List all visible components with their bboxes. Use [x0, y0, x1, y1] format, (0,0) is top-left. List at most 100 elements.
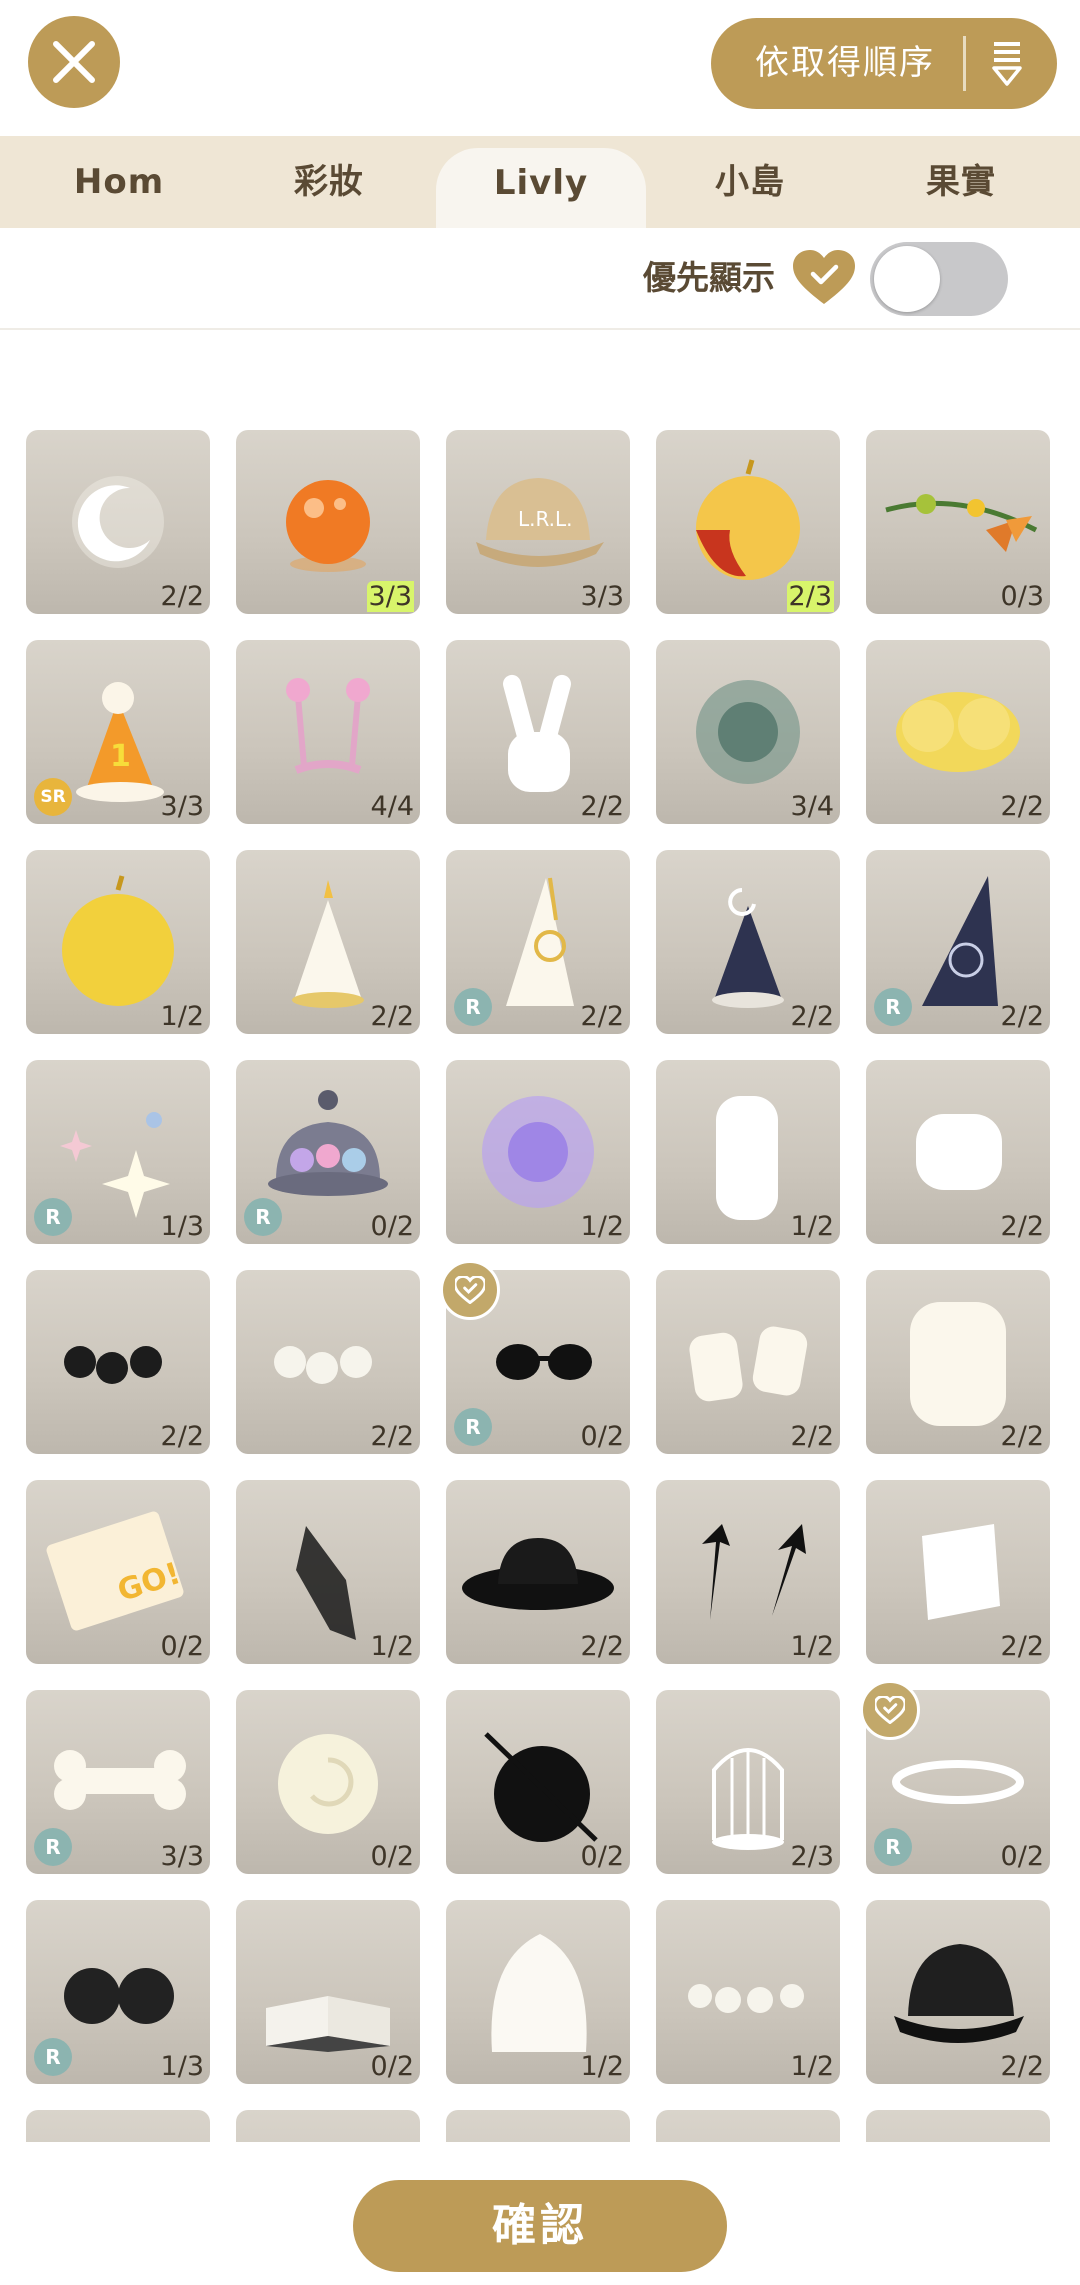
category-tabs: Hom 彩妝 Livly 小島 果實	[0, 136, 1080, 228]
item-card-black-arrows[interactable]: 1/2	[656, 1480, 840, 1664]
item-card-fist-glove[interactable]: 2/2	[866, 1060, 1050, 1244]
item-count: 2/2	[1000, 1631, 1044, 1662]
item-count: 0/2	[370, 1211, 414, 1242]
item-card-dark-glasses[interactable]: R 1/3	[26, 1900, 210, 2084]
item-card-gem-dome[interactable]: R 0/2	[236, 1060, 420, 1244]
item-count: 1/2	[790, 1631, 834, 1662]
item-count: 0/2	[370, 1841, 414, 1872]
item-count: 0/2	[580, 1421, 624, 1452]
item-count: 2/2	[1000, 2051, 1044, 2082]
item-card-black-roses[interactable]: 2/2	[26, 1270, 210, 1454]
item-card-rose-garland[interactable]: 1/2	[656, 1900, 840, 2084]
item-count: 2/2	[1000, 791, 1044, 822]
item-card-orange-jelly[interactable]: 3/3	[236, 430, 420, 614]
item-card-shadow-hand[interactable]: 1/2	[236, 1480, 420, 1664]
item-card-partial-5[interactable]	[866, 2110, 1050, 2142]
item-grid: 2/2 3/3 L.R.L. 3/3 2/3 0/3 1 SR 3/3 4/4 2/2 3/4 2/2 1…	[0, 430, 1080, 2142]
item-card-party-hat-1[interactable]: 1 SR 3/3	[26, 640, 210, 824]
rarity-badge: R	[874, 988, 912, 1026]
tab-island[interactable]: 小島	[645, 136, 855, 228]
item-card-bone[interactable]: R 3/3	[26, 1690, 210, 1874]
close-icon	[53, 41, 95, 83]
item-count: 4/4	[370, 791, 414, 822]
item-card-green-fluff[interactable]: 3/4	[656, 640, 840, 824]
top-bar: 依取得順序	[0, 0, 1080, 136]
item-count: 1/3	[160, 1211, 204, 1242]
item-count: 1/2	[160, 1001, 204, 1032]
confirm-button[interactable]: 確認	[353, 2180, 727, 2272]
svg-text:1: 1	[110, 739, 131, 774]
item-card-crescent-moon[interactable]: 2/2	[26, 430, 210, 614]
item-card-lrl-cap[interactable]: L.R.L. 3/3	[446, 430, 630, 614]
sort-order-label: 依取得順序	[755, 43, 935, 83]
priority-display-label: 優先顯示	[643, 258, 775, 297]
item-card-big-marshmallow[interactable]: 2/2	[866, 1270, 1050, 1454]
item-card-eye-patch[interactable]: 0/2	[446, 1690, 630, 1874]
item-count: 0/3	[1000, 581, 1044, 612]
item-card-sun-cone-hat[interactable]: R 2/2	[446, 850, 630, 1034]
item-count: 3/4	[790, 791, 834, 822]
item-count: 1/2	[370, 1631, 414, 1662]
item-card-orange-flower-vine[interactable]: 0/3	[866, 430, 1050, 614]
item-card-candy-apple[interactable]: 2/3	[656, 430, 840, 614]
item-card-ticket[interactable]: GO! 0/2	[26, 1480, 210, 1664]
item-count: 3/3	[580, 581, 624, 612]
item-card-partial-3[interactable]	[446, 2110, 630, 2142]
item-card-white-rose[interactable]: 0/2	[236, 1690, 420, 1874]
item-card-open-book[interactable]: 0/2	[236, 1900, 420, 2084]
item-count: 1/2	[580, 2051, 624, 2082]
item-card-white-patch[interactable]: 2/2	[866, 1480, 1050, 1664]
bottom-bar: 確認	[0, 2142, 1080, 2285]
priority-display-toggle[interactable]	[870, 242, 1008, 316]
item-count: 2/2	[160, 581, 204, 612]
tab-livly[interactable]: Livly	[436, 148, 646, 228]
heart-check-icon	[793, 250, 855, 304]
rarity-badge: SR	[34, 778, 72, 816]
sort-order-button[interactable]: 依取得順序	[711, 18, 1057, 109]
tab-makeup[interactable]: 彩妝	[224, 136, 434, 228]
item-card-partial-2[interactable]	[236, 2110, 420, 2142]
item-card-golden-apple[interactable]: 1/2	[26, 850, 210, 1034]
item-card-black-hat[interactable]: 2/2	[446, 1480, 630, 1664]
item-card-purple-fluff[interactable]: 1/2	[446, 1060, 630, 1244]
tab-hom[interactable]: Hom	[14, 136, 224, 228]
toggle-knob	[874, 246, 940, 312]
item-card-round-sunglasses[interactable]: R 0/2	[440, 1260, 630, 1454]
close-button[interactable]	[28, 16, 120, 108]
favorite-heart-icon	[440, 1260, 500, 1320]
item-card-partial-1[interactable]	[26, 2110, 210, 2142]
item-count: 0/2	[160, 1631, 204, 1662]
favorite-filter-row: 優先顯示	[0, 228, 1080, 330]
item-count: 2/2	[1000, 1211, 1044, 1242]
rarity-badge: R	[34, 1198, 72, 1236]
item-card-peace-glove[interactable]: 2/2	[446, 640, 630, 824]
item-card-gold-cloud[interactable]: 2/2	[866, 640, 1050, 824]
item-card-open-glove[interactable]: 1/2	[656, 1060, 840, 1244]
rarity-badge: R	[34, 1828, 72, 1866]
rarity-badge: R	[244, 1198, 282, 1236]
item-count: 2/3	[790, 1841, 834, 1872]
item-count: 2/2	[1000, 1001, 1044, 1032]
item-card-partial-4[interactable]	[656, 2110, 840, 2142]
item-card-pink-star-antenna[interactable]: 4/4	[236, 640, 420, 824]
rarity-badge: R	[454, 988, 492, 1026]
item-card-sparkles[interactable]: R 1/3	[26, 1060, 210, 1244]
tab-fruit[interactable]: 果實	[856, 136, 1066, 228]
item-count: 1/3	[160, 2051, 204, 2082]
item-card-birdcage[interactable]: 2/3	[656, 1690, 840, 1874]
item-card-white-cone-hat[interactable]: 2/2	[236, 850, 420, 1034]
item-card-marshmallows[interactable]: 2/2	[656, 1270, 840, 1454]
item-card-black-cap[interactable]: 2/2	[866, 1900, 1050, 2084]
sort-order-icon	[992, 42, 1022, 86]
item-count: 0/2	[1000, 1841, 1044, 1872]
item-count: 0/2	[370, 2051, 414, 2082]
item-count: 1/2	[580, 1211, 624, 1242]
rarity-badge: R	[874, 1828, 912, 1866]
item-card-white-roses[interactable]: 2/2	[236, 1270, 420, 1454]
item-card-navy-tall-cone[interactable]: R 2/2	[866, 850, 1050, 1034]
item-card-halo[interactable]: R 0/2	[860, 1680, 1050, 1874]
item-card-cream-swirl[interactable]: 1/2	[446, 1900, 630, 2084]
svg-text:L.R.L.: L.R.L.	[518, 507, 573, 531]
item-count: 2/2	[370, 1001, 414, 1032]
item-card-moon-cone-hat[interactable]: 2/2	[656, 850, 840, 1034]
